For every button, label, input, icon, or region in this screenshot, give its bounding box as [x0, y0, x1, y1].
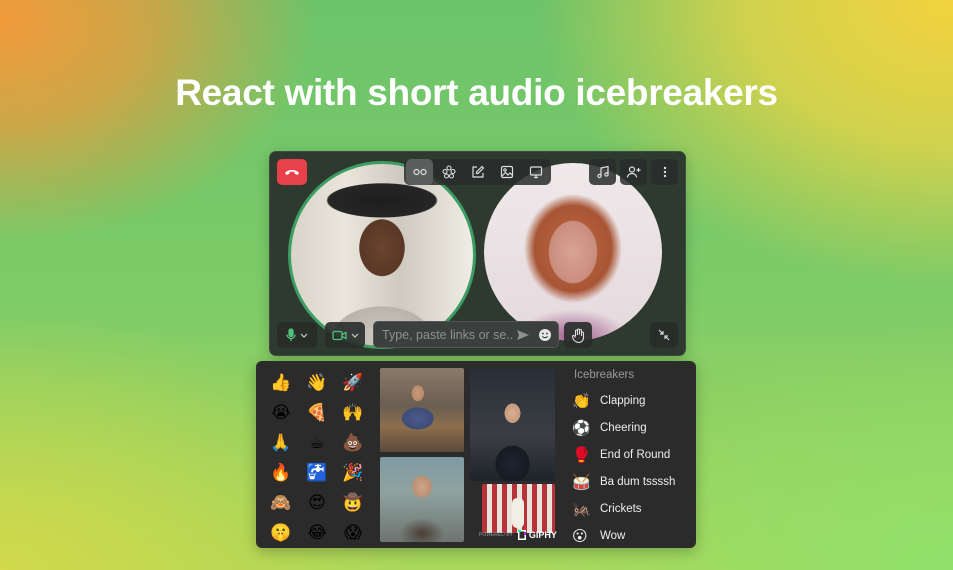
- send-icon[interactable]: [516, 329, 530, 341]
- icebreaker-icon: 😮: [572, 526, 588, 545]
- icebreaker-item[interactable]: ⚽ Cheering: [572, 414, 692, 441]
- icebreaker-label: Ba dum tssssh: [600, 475, 676, 488]
- screen-share-button[interactable]: [522, 159, 549, 185]
- giphy-powered-by: POWERED BY: [479, 532, 513, 538]
- emoji-option[interactable]: 🤠: [335, 488, 371, 518]
- emoji-option[interactable]: 💩: [335, 428, 371, 458]
- icebreaker-item[interactable]: 😮 Wow: [572, 522, 692, 549]
- emoji-option[interactable]: 🍕: [299, 398, 335, 428]
- effects-button[interactable]: [435, 159, 462, 185]
- minimize-icon: [658, 329, 670, 341]
- icebreaker-icon: 👏: [572, 391, 591, 410]
- music-button[interactable]: [589, 159, 616, 185]
- screen-share-icon: [529, 166, 542, 179]
- giphy-brand: GIPHY: [528, 530, 557, 540]
- giphy-attribution: POWERED BY GIPHY: [479, 530, 557, 540]
- raise-hand-icon: [571, 327, 584, 343]
- emoji-option[interactable]: 🔥: [263, 458, 299, 488]
- microphone-icon: [286, 328, 296, 341]
- emoji-option[interactable]: 🙌: [335, 398, 371, 428]
- icebreaker-item[interactable]: 🥊 End of Round: [572, 441, 692, 468]
- effects-icon: [441, 165, 456, 179]
- more-button[interactable]: [651, 159, 678, 185]
- call-toolbar: [404, 159, 551, 185]
- more-icon: [663, 166, 666, 178]
- chat-input[interactable]: [380, 326, 516, 343]
- camera-control[interactable]: [325, 322, 365, 348]
- emoji-option[interactable]: 🚰: [299, 458, 335, 488]
- emoji-grid: 👍 👋 🚀 😭 🍕 🙌 🙏 ☕ 💩 🔥 🚰 🎉 🙈 😍 🤠 🤫 😂 😱: [263, 368, 371, 548]
- raise-hand-button[interactable]: [564, 322, 592, 348]
- phone-hangup-icon: [285, 170, 299, 175]
- camera-icon: [331, 330, 347, 340]
- participant-video-2: [484, 163, 662, 341]
- emoji-option[interactable]: 🚀: [335, 368, 371, 398]
- icebreaker-label: Cheering: [600, 421, 647, 434]
- emoji-option[interactable]: 👋: [299, 368, 335, 398]
- minimize-button[interactable]: [650, 322, 678, 348]
- icebreaker-icon: 🥊: [572, 445, 591, 464]
- emoji-option[interactable]: 🎉: [335, 458, 371, 488]
- whiteboard-button[interactable]: [464, 159, 491, 185]
- icebreaker-icon: 🥁: [572, 472, 591, 491]
- gif-tile[interactable]: [380, 368, 464, 452]
- headline: React with short audio icebreakers: [175, 72, 778, 113]
- layout-icon: [412, 168, 427, 176]
- emoji-option[interactable]: 😂: [299, 518, 335, 548]
- emoji-icon[interactable]: [538, 328, 552, 342]
- icebreaker-label: Clapping: [600, 394, 646, 407]
- icebreaker-label: End of Round: [600, 448, 671, 461]
- giphy-logo-icon: [517, 530, 526, 540]
- add-person-icon: [626, 166, 641, 178]
- image-icon: [500, 165, 513, 179]
- gif-tile[interactable]: [482, 484, 555, 533]
- icebreakers-list: Icebreakers 👏 Clapping ⚽ Cheering 🥊 End of Ro…: [572, 368, 692, 549]
- icebreaker-label: Crickets: [600, 502, 642, 515]
- emoji-option[interactable]: ☕: [299, 428, 335, 458]
- emoji-option[interactable]: 🙏: [263, 428, 299, 458]
- music-icon: [596, 165, 609, 179]
- emoji-option[interactable]: 😱: [335, 518, 371, 548]
- call-bottom-bar: [277, 321, 678, 348]
- icebreaker-item[interactable]: 🥁 Ba dum tssssh: [572, 468, 692, 495]
- icebreaker-label: Wow: [600, 529, 626, 542]
- hangup-button[interactable]: [277, 159, 307, 185]
- emoji-option[interactable]: 👍: [263, 368, 299, 398]
- gif-tile[interactable]: [380, 457, 464, 542]
- video-call-window: [269, 151, 686, 356]
- icebreaker-icon: ⚽: [572, 418, 591, 437]
- emoji-option[interactable]: 🙈: [263, 488, 299, 518]
- chevron-down-icon: [300, 333, 308, 338]
- emoji-option[interactable]: 🤫: [263, 518, 299, 548]
- whiteboard-icon: [471, 165, 484, 178]
- add-person-button[interactable]: [620, 159, 647, 185]
- image-button[interactable]: [493, 159, 520, 185]
- icebreakers-title: Icebreakers: [574, 369, 635, 381]
- icebreaker-item[interactable]: 🦗 Crickets: [572, 495, 692, 522]
- icebreaker-icon: 🦗: [572, 499, 591, 518]
- emoji-option[interactable]: 😍: [299, 488, 335, 518]
- icebreaker-item[interactable]: 👏 Clapping: [572, 387, 692, 414]
- layout-button[interactable]: [406, 159, 433, 185]
- chevron-down-icon: [351, 333, 358, 338]
- gif-tile[interactable]: [470, 368, 555, 481]
- chat-input-box: [373, 321, 559, 348]
- emoji-option[interactable]: 😭: [263, 398, 299, 428]
- call-right-controls: [589, 159, 678, 185]
- mic-control[interactable]: [277, 322, 317, 348]
